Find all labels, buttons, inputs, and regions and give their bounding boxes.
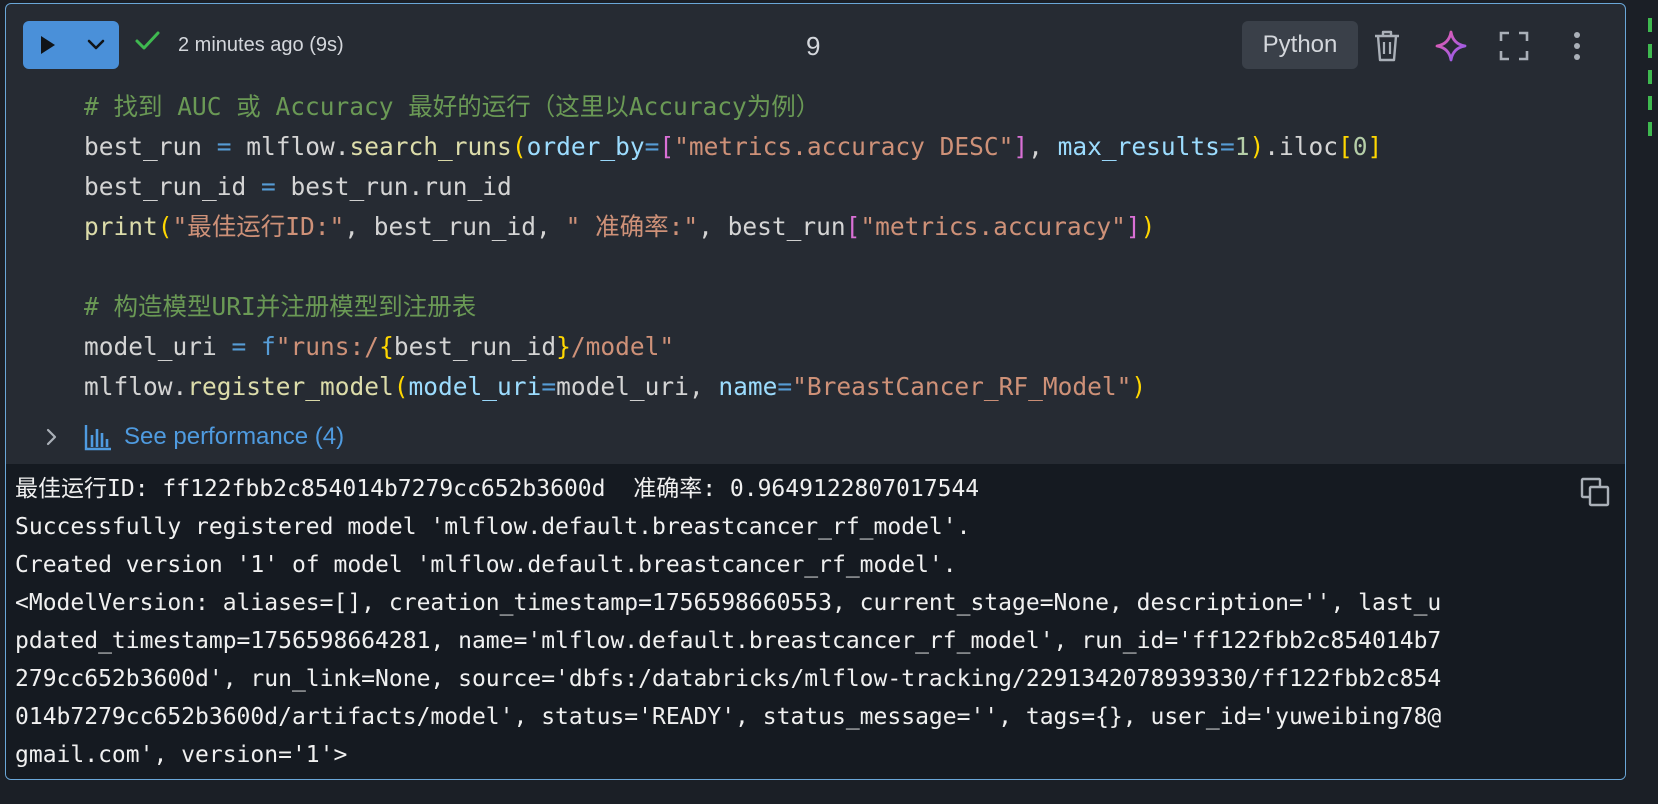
fullscreen-button[interactable] (1496, 28, 1532, 64)
code-token: f (261, 332, 276, 361)
code-line: # 找到 AUC 或 Accuracy 最好的运行（这里以Accuracy为例） (84, 87, 1615, 127)
assistant-button[interactable] (1433, 28, 1469, 64)
code-token: [ (845, 212, 861, 241)
code-line: best_run = mlflow.search_runs(order_by=[… (84, 127, 1615, 167)
code-line: model_uri = f"runs:/{best_run_id}/model" (84, 327, 1615, 367)
code-token: max_results (1057, 132, 1220, 161)
code-token: best_run_id (393, 332, 557, 361)
code-token: "metrics.accuracy" (860, 212, 1126, 241)
code-token: [ (1338, 132, 1353, 161)
code-token: = (1219, 132, 1235, 161)
copy-icon (1580, 477, 1610, 507)
see-performance-toggle[interactable]: See performance (4) (46, 419, 344, 455)
delete-cell-button[interactable] (1369, 28, 1405, 64)
sparkle-icon (1435, 30, 1467, 62)
code-token: ( (157, 212, 173, 241)
code-token: ) (1131, 372, 1147, 401)
code-token: ] (1125, 212, 1141, 241)
cell-output: 最佳运行ID: ff122fbb2c854014b7279cc652b3600d… (6, 464, 1625, 779)
code-line: print("最佳运行ID:", best_run_id, " 准确率:", b… (84, 207, 1615, 247)
code-token: order_by (526, 132, 645, 161)
output-line: 最佳运行ID: ff122fbb2c854014b7279cc652b3600d… (15, 476, 980, 502)
output-line: pdated_timestamp=1756598664281, name='ml… (15, 628, 1442, 654)
code-token: ) (1249, 132, 1265, 161)
code-token: model_uri (408, 372, 542, 401)
output-line: gmail.com', version='1'> (15, 742, 348, 768)
code-token: [ (659, 132, 675, 161)
code-token: } (556, 332, 571, 361)
notebook-cell: 2 minutes ago (9s) 9 Python # 找到 AUC 或 A… (5, 3, 1626, 780)
see-performance-link[interactable]: See performance (4) (124, 423, 344, 451)
code-token: # 找到 AUC 或 Accuracy 最好的运行（这里以Accuracy为例） (84, 92, 821, 121)
code-token: ( (511, 132, 527, 161)
code-token: , (1028, 132, 1058, 161)
code-token: ) (1140, 212, 1156, 241)
chevron-right-icon (46, 428, 70, 446)
code-token: "metrics.accuracy DESC" (674, 132, 1014, 161)
code-token: name (718, 372, 778, 401)
run-cell-button[interactable] (23, 21, 73, 69)
check-icon (135, 31, 160, 50)
play-icon (41, 36, 55, 54)
code-line: best_run_id = best_run.run_id (84, 167, 1615, 207)
run-options-dropdown[interactable] (73, 21, 119, 69)
code-token: = (261, 172, 291, 201)
language-selector[interactable]: Python (1242, 21, 1358, 69)
code-token: best_run_id (84, 172, 262, 201)
run-status-text: 2 minutes ago (9s) (178, 34, 344, 56)
code-token: "BreastCancer_RF_Model" (792, 372, 1132, 401)
bar-chart-icon (84, 423, 112, 451)
code-token: search_runs (349, 132, 512, 161)
code-token: register_model (187, 372, 394, 401)
code-token: mlflow. (84, 372, 188, 401)
kebab-menu-icon (1574, 32, 1580, 60)
cell-toolbar: 2 minutes ago (9s) 9 Python (6, 4, 1625, 86)
code-token: ( (393, 372, 409, 401)
code-token: 1 (1234, 132, 1250, 161)
code-token: , best_run (698, 212, 846, 241)
code-token: "runs:/ (275, 332, 380, 361)
chevron-down-icon (87, 39, 105, 50)
output-line: Successfully registered model 'mlflow.de… (15, 514, 971, 540)
execution-count: 9 (806, 31, 821, 61)
code-line: # 构造模型URI并注册模型到注册表 (84, 287, 1615, 327)
more-options-button[interactable] (1559, 28, 1595, 64)
code-token: 0 (1352, 132, 1368, 161)
code-token: = (231, 332, 262, 361)
code-token: "最佳运行ID:" (172, 212, 345, 241)
minimap-indicator (1648, 18, 1652, 136)
code-token: best_run.run_id (290, 172, 512, 201)
code-token: # 构造模型URI并注册模型到注册表 (84, 292, 477, 321)
code-token: mlflow. (246, 132, 350, 161)
code-line: mlflow.register_model(model_uri=model_ur… (84, 367, 1615, 407)
copy-output-button[interactable] (1579, 476, 1611, 508)
output-line: 014b7279cc652b3600d/artifacts/model', st… (15, 704, 1442, 730)
code-editor[interactable]: # 找到 AUC 或 Accuracy 最好的运行（这里以Accuracy为例）… (84, 87, 1615, 407)
code-token: , best_run_id, (344, 212, 566, 241)
code-token: model_uri (84, 332, 232, 361)
code-token: = (777, 372, 793, 401)
code-token: /model" (570, 332, 675, 361)
code-token: ] (1013, 132, 1029, 161)
code-token: .iloc (1264, 132, 1338, 161)
trash-icon (1375, 30, 1399, 62)
code-token: " 准确率:" (565, 212, 699, 241)
output-line: 279cc652b3600d', run_link=None, source='… (15, 666, 1442, 692)
expand-icon (1499, 31, 1529, 61)
code-token: = (644, 132, 660, 161)
output-line: Created version '1' of model 'mlflow.def… (15, 552, 957, 578)
output-line: <ModelVersion: aliases=[], creation_time… (15, 590, 1442, 616)
code-token: = (216, 132, 247, 161)
code-token: ] (1367, 132, 1383, 161)
code-token: best_run (84, 132, 217, 161)
code-token: = (541, 372, 557, 401)
output-text: 最佳运行ID: ff122fbb2c854014b7279cc652b3600d… (15, 470, 1625, 774)
run-button-group (23, 21, 119, 69)
code-token: print (84, 212, 158, 241)
code-token: { (379, 332, 394, 361)
code-token: model_uri, (556, 372, 719, 401)
